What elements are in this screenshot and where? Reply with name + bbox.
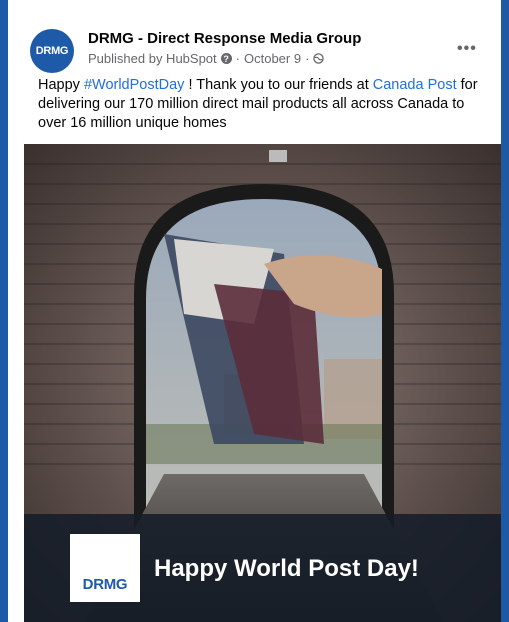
post-image[interactable]: DRMG Happy World Post Day! xyxy=(24,144,501,622)
post-text-start: Happy xyxy=(38,77,84,93)
more-options-button[interactable]: ••• xyxy=(457,40,477,58)
post-header: DRMG DRMG - Direct Response Media Group … xyxy=(8,0,501,136)
meta-separator: · xyxy=(235,51,240,66)
post-meta: Published by HubSpot ? · October 9 · xyxy=(88,51,325,66)
post-text-middle: ! Thank you to our friends at xyxy=(184,77,373,93)
avatar-text: DRMG xyxy=(35,45,69,57)
page-name-link[interactable]: DRMG - Direct Response Media Group xyxy=(88,30,361,47)
drmg-logo: DRMG xyxy=(70,534,140,602)
hashtag-link[interactable]: #WorldPostDay xyxy=(84,77,184,93)
mention-link[interactable]: Canada Post xyxy=(373,77,457,93)
image-banner: DRMG Happy World Post Day! xyxy=(24,514,501,622)
globe-icon xyxy=(313,53,325,64)
post-date-link[interactable]: October 9 xyxy=(244,51,301,66)
post-text: Happy #WorldPostDay ! Thank you to our f… xyxy=(38,76,488,133)
question-icon[interactable]: ? xyxy=(220,53,232,64)
banner-title: Happy World Post Day! xyxy=(154,555,419,582)
page-avatar[interactable]: DRMG xyxy=(30,29,74,73)
published-by-text: Published by HubSpot xyxy=(88,51,217,66)
logo-text: DRMG xyxy=(82,576,128,593)
post-card: DRMG DRMG - Direct Response Media Group … xyxy=(8,0,501,622)
meta-separator: · xyxy=(305,51,310,66)
